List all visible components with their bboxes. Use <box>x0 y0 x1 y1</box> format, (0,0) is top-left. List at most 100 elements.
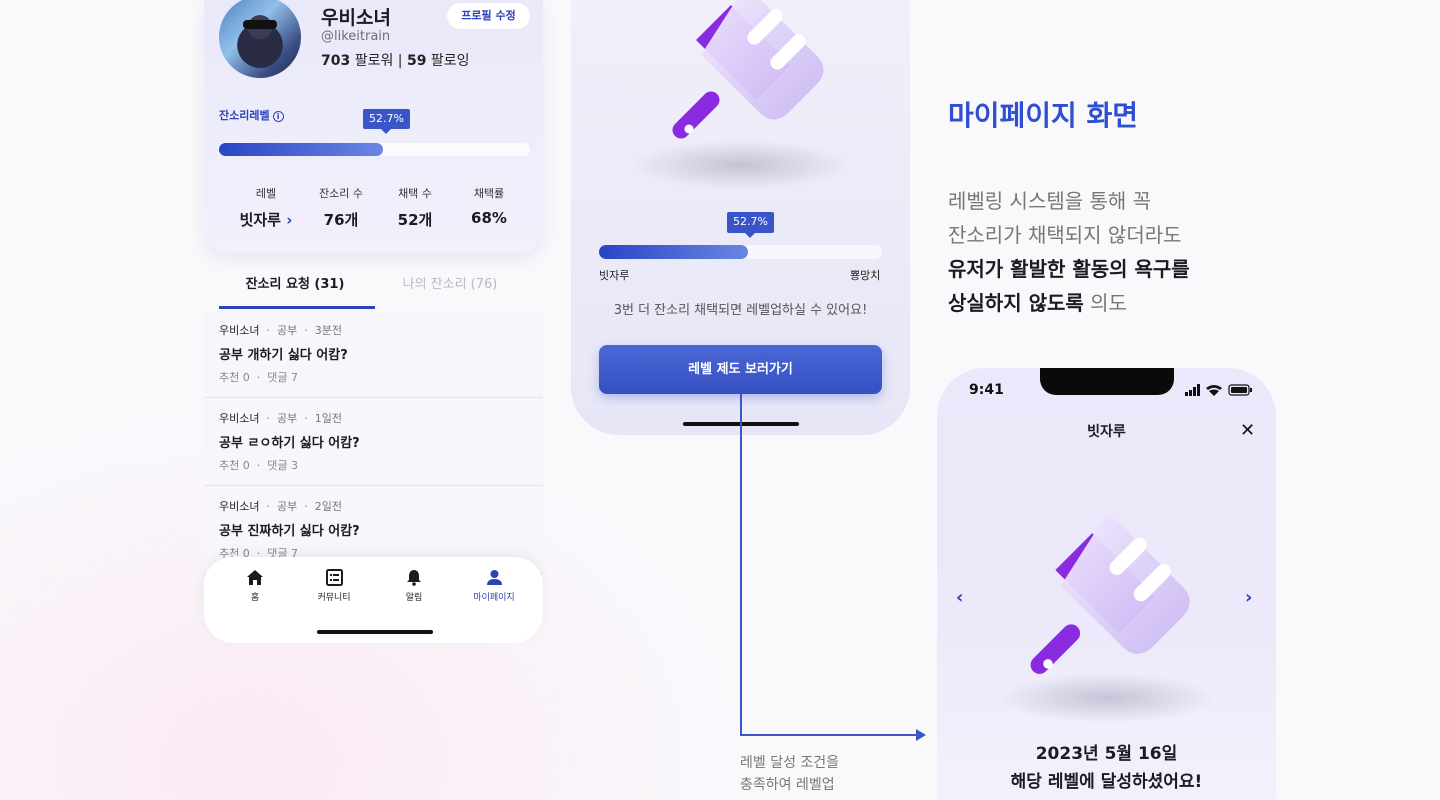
nav-notifications[interactable]: 알림 <box>374 569 454 603</box>
following-count[interactable]: 59 <box>407 53 426 69</box>
meta-dot: · <box>266 500 270 513</box>
broom-icon <box>672 0 824 139</box>
post-title: 공부 개하기 싫다 어캄? <box>219 348 348 363</box>
stat-label: 채택률 <box>473 187 505 200</box>
list-item[interactable]: 우비소녀 · 공부 · 3분전 공부 개하기 싫다 어캄? 추천 0 · 댓글 … <box>204 310 543 398</box>
home-indicator <box>317 630 433 634</box>
followers-count[interactable]: 703 <box>321 53 350 69</box>
meta-dot: · <box>256 459 261 472</box>
profile-handle: @likeitrain <box>321 29 391 44</box>
list-icon <box>325 569 343 586</box>
flow-note-line: 레벨 달성 조건을 <box>740 755 840 771</box>
edit-profile-button[interactable]: 프로필 수정 <box>447 3 530 29</box>
stat-value: 68% <box>471 209 507 227</box>
arrow-right-icon <box>916 729 926 741</box>
person-icon <box>486 570 502 585</box>
post-category: 공부 <box>276 412 298 425</box>
stat-label: 잔소리 수 <box>319 187 363 200</box>
chevron-left-icon[interactable]: ‹ <box>956 587 963 608</box>
description-line: 잔소리가 채택되지 않더라도 <box>948 223 1182 247</box>
nav-home[interactable]: 홈 <box>215 569 295 603</box>
post-stats: 추천 0 · 댓글 7 <box>219 369 298 385</box>
level-detail-phone: 52.7% 빗자루 뿅망치 3번 더 잔소리 채택되면 레벨업하실 수 있어요!… <box>571 0 910 435</box>
level-section-title: 잔소리레벨 i <box>219 107 284 123</box>
broom-shadow <box>631 140 851 190</box>
achieved-message: 해당 레벨에 달성하셨어요! <box>1010 772 1203 792</box>
info-icon[interactable]: i <box>272 110 284 122</box>
chevron-right-icon[interactable]: › <box>1245 587 1252 608</box>
description-bold: 유저가 활발한 활동의 욕구를 <box>948 257 1190 281</box>
post-comments: 댓글 3 <box>267 459 298 472</box>
meta-dot: · <box>256 371 261 384</box>
stat-value: 76개 <box>323 211 359 229</box>
post-category: 공부 <box>276 324 298 337</box>
levelup-hint: 3번 더 잔소리 채택되면 레벨업하실 수 있어요! <box>613 303 868 318</box>
meta-dot: · <box>304 324 308 337</box>
level-progress-fill <box>219 143 383 156</box>
bell-icon <box>407 570 421 586</box>
nav-label: 커뮤니티 <box>317 593 351 603</box>
description-rest: 의도 <box>1083 291 1127 315</box>
post-tabs: 잔소리 요청 (31) 나의 잔소리 (76) <box>204 270 543 310</box>
post-meta: 우비소녀 · 공부 · 2일전 <box>219 498 342 514</box>
stat-level-value: 빗자루 <box>239 211 281 229</box>
level-title-label: 잔소리레벨 <box>219 109 270 122</box>
post-author: 우비소녀 <box>219 500 260 513</box>
tab-nag-requests[interactable]: 잔소리 요청 (31) <box>210 273 380 292</box>
follow-stats: 703 팔로워 | 59 팔로잉 <box>321 50 470 70</box>
post-time: 1일전 <box>314 412 342 425</box>
stat-value: 빗자루 › <box>230 209 302 230</box>
description-bold: 상실하지 않도록 <box>948 291 1084 315</box>
phone-notch <box>1040 368 1174 395</box>
post-author: 우비소녀 <box>219 412 260 425</box>
post-author: 우비소녀 <box>219 324 260 337</box>
post-likes: 추천 0 <box>219 371 250 384</box>
post-category: 공부 <box>276 500 298 513</box>
meta-dot: · <box>304 412 308 425</box>
level-progress-bar <box>219 143 530 156</box>
home-icon <box>247 570 263 585</box>
view-level-system-button[interactable]: 레벨 제도 보러가기 <box>599 345 882 394</box>
section-description: 레벨링 시스템을 통해 꼭 잔소리가 채택되지 않더라도 유저가 활발한 활동의… <box>948 184 1190 320</box>
description-line: 유저가 활발한 활동의 욕구를 <box>948 252 1190 286</box>
avatar[interactable] <box>219 0 301 78</box>
stat-level[interactable]: 레벨 빗자루 › <box>230 185 302 230</box>
nav-label: 홈 <box>250 593 260 603</box>
list-item[interactable]: 우비소녀 · 공부 · 1일전 공부 ㄹㅇ하기 싫다 어캄? 추천 0 · 댓글… <box>204 398 543 486</box>
status-time: 9:41 <box>969 382 1004 398</box>
close-icon[interactable]: ✕ <box>1240 420 1255 441</box>
description-line: 레벨링 시스템을 통해 꼭 <box>948 189 1152 213</box>
active-tab-indicator <box>219 306 375 309</box>
tab-my-nags[interactable]: 나의 잔소리 (76) <box>365 273 535 292</box>
chevron-right-icon: › <box>286 211 293 229</box>
flow-note-line: 충족하여 레벨업 <box>740 777 835 793</box>
stat-adopt-rate: 채택률 68% <box>453 185 525 227</box>
stat-value: 52개 <box>397 211 433 229</box>
nav-mypage[interactable]: 마이페이지 <box>454 569 534 603</box>
level-progress-bar <box>599 245 882 259</box>
post-title: 공부 진짜하기 싫다 어캄? <box>219 524 360 539</box>
post-title: 공부 ㄹㅇ하기 싫다 어캄? <box>219 436 360 451</box>
modal-title: 빗자루 <box>1087 424 1126 440</box>
followers-label[interactable]: 팔로워 <box>355 53 394 69</box>
broom-icon <box>1030 512 1190 674</box>
progress-tooltip: 52.7% <box>363 109 410 134</box>
current-level-label: 빗자루 <box>599 269 630 282</box>
stat-nag-count: 잔소리 수 76개 <box>305 185 377 230</box>
mypage-phone: 우비소녀 @likeitrain 703 팔로워 | 59 팔로잉 프로필 수정… <box>204 0 543 643</box>
following-label[interactable]: 팔로잉 <box>431 53 470 69</box>
profile-header: 우비소녀 @likeitrain 703 팔로워 | 59 팔로잉 프로필 수정… <box>204 0 543 253</box>
flow-note: 레벨 달성 조건을 충족하여 레벨업 <box>740 752 839 796</box>
meta-dot: · <box>266 324 270 337</box>
stat-adopt-count: 채택 수 52개 <box>379 185 451 230</box>
meta-dot: · <box>304 500 308 513</box>
stat-label: 레벨 <box>255 187 277 200</box>
bottom-nav: 홈 커뮤니티 알림 마이페이지 <box>204 557 543 643</box>
post-meta: 우비소녀 · 공부 · 1일전 <box>219 410 342 426</box>
post-comments: 댓글 7 <box>267 371 298 384</box>
achieved-date: 2023년 5월 16일 <box>1035 744 1178 764</box>
description-line: 상실하지 않도록 의도 <box>948 286 1190 320</box>
nav-community[interactable]: 커뮤니티 <box>294 569 374 603</box>
status-icons <box>1185 384 1252 396</box>
nav-label: 알림 <box>405 593 423 603</box>
